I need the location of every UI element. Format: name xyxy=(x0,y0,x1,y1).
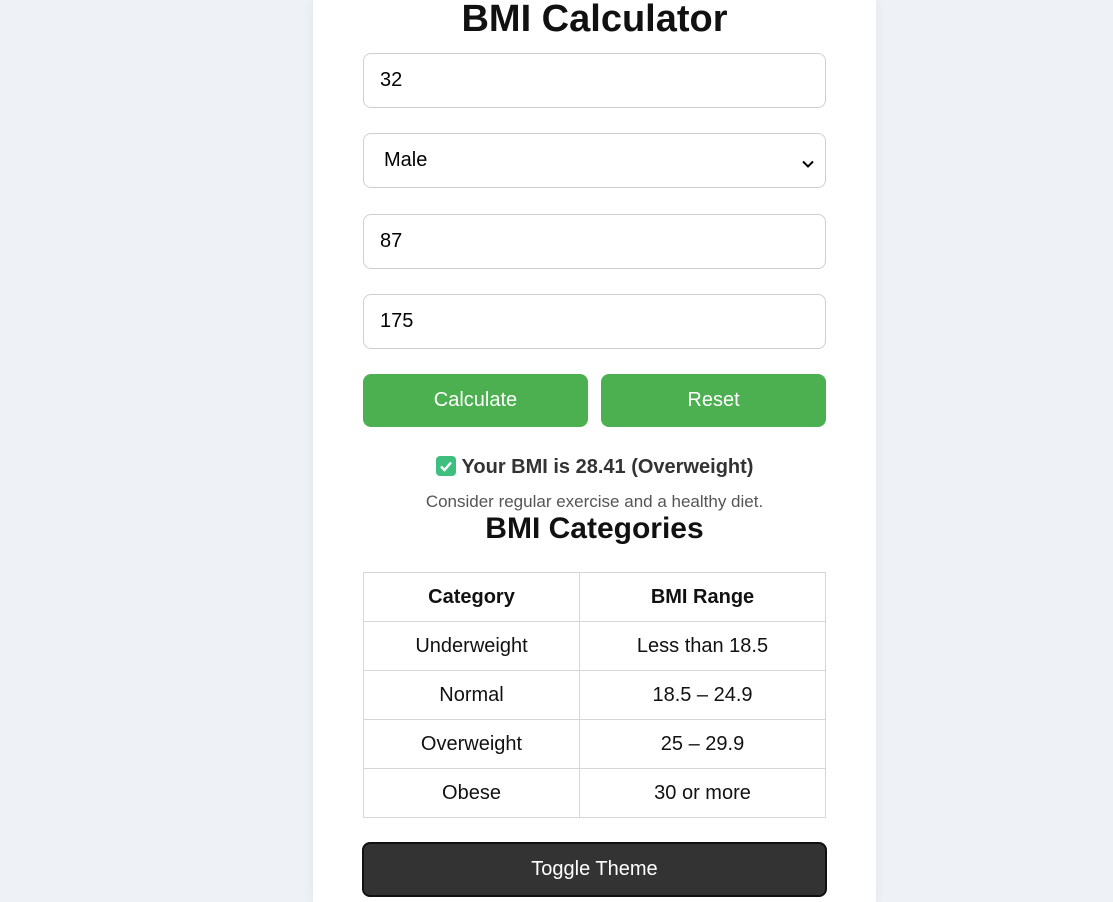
height-input-value: 175 xyxy=(380,310,414,332)
gender-select[interactable]: Male xyxy=(363,133,826,188)
table-cell-category: Overweight xyxy=(363,719,580,769)
table-cell-category: Underweight xyxy=(363,621,580,671)
table-header-category: Category xyxy=(363,572,580,622)
page-title: BMI Calculator xyxy=(461,0,728,40)
table-cell-category: Obese xyxy=(363,768,580,818)
reset-button[interactable]: Reset xyxy=(601,374,826,427)
age-input[interactable]: 32 xyxy=(363,53,826,108)
toggle-theme-button[interactable]: Toggle Theme xyxy=(362,842,827,897)
height-input[interactable]: 175 xyxy=(363,294,826,349)
table-cell-range: 30 or more xyxy=(579,768,826,818)
table-header-row: Category BMI Range xyxy=(363,572,826,622)
table-row: Underweight Less than 18.5 xyxy=(363,621,826,671)
table-cell-range: 18.5 – 24.9 xyxy=(579,670,826,720)
calculate-button[interactable]: Calculate xyxy=(363,374,588,427)
categories-title: BMI Categories xyxy=(485,512,704,545)
table-cell-range: Less than 18.5 xyxy=(579,621,826,671)
check-mark-icon xyxy=(435,456,456,476)
bmi-result: Your BMI is 28.41 (Overweight) xyxy=(313,455,876,479)
bmi-categories-table: Category BMI Range Underweight Less than… xyxy=(363,572,826,818)
gender-select-value: Male xyxy=(384,149,428,171)
table-cell-range: 25 – 29.9 xyxy=(579,719,826,769)
table-row: Normal 18.5 – 24.9 xyxy=(363,670,826,720)
table-row: Obese 30 or more xyxy=(363,768,826,818)
table-cell-category: Normal xyxy=(363,670,580,720)
bmi-advice: Consider regular exercise and a healthy … xyxy=(425,492,764,511)
table-header-range: BMI Range xyxy=(579,572,826,622)
chevron-down-icon xyxy=(801,154,815,168)
age-input-value: 32 xyxy=(380,69,403,91)
calculator-card: BMI Calculator 32 Male 87 175 Calculate … xyxy=(313,0,876,902)
weight-input-value: 87 xyxy=(380,230,403,252)
table-row: Overweight 25 – 29.9 xyxy=(363,719,826,769)
weight-input[interactable]: 87 xyxy=(363,214,826,269)
bmi-result-text: Your BMI is 28.41 (Overweight) xyxy=(461,456,754,478)
